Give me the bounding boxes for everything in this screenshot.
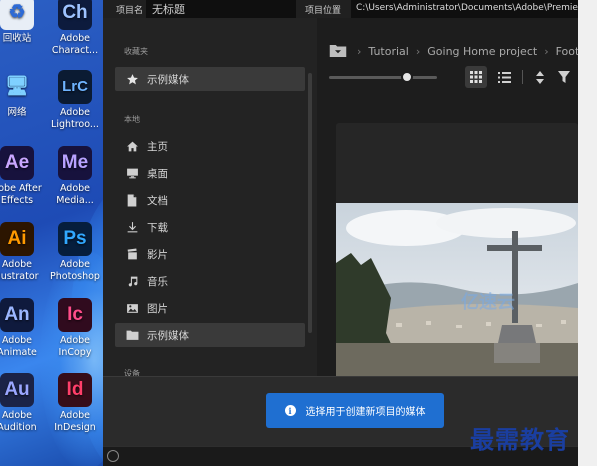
devices-heading: 设备 — [124, 369, 140, 376]
sidebar-item-label: 示例媒体 — [147, 73, 189, 86]
chevron-right-icon: › — [357, 44, 362, 58]
desktop-icon-adobe-photoshop[interactable]: Ps Adobe Photoshop — [45, 222, 105, 283]
sidebar-item-documents[interactable]: 文档 — [115, 188, 305, 212]
sidebar-item-pictures[interactable]: 图片 — [115, 296, 305, 320]
adobe-lightroom-icon: LrC — [58, 70, 92, 104]
sidebar-item-desktop[interactable]: 桌面 — [115, 161, 305, 185]
adobe-audition-icon: Au — [0, 373, 34, 407]
media-browser: › Tutorial › Going Home project › Footag… — [317, 18, 597, 376]
sidebar-item-label: 音乐 — [147, 275, 168, 288]
thumbnail-size-slider[interactable] — [329, 76, 437, 79]
favorites-heading: 收藏夹 — [124, 47, 148, 56]
desktop-icon-label: dobe After Effects — [0, 183, 42, 206]
desktop-icon-adobe-incopy[interactable]: Ic Adobe InCopy — [45, 298, 105, 359]
sidebar-item-sample-media-fav[interactable]: 示例媒体 — [115, 67, 305, 91]
home-icon — [125, 139, 139, 153]
sort-icon[interactable] — [529, 66, 551, 88]
desktop-icon-network[interactable]: 🖥 网络 — [0, 70, 47, 119]
chevron-right-icon: › — [415, 44, 421, 58]
breadcrumb-item[interactable]: Tutorial — [368, 45, 408, 58]
download-icon — [125, 220, 139, 234]
info-icon: i — [284, 405, 296, 416]
sidebar-item-label: 主页 — [147, 140, 168, 153]
grid-view-icon[interactable] — [465, 66, 487, 88]
thumbnail-image — [336, 203, 578, 376]
recycle-bin-icon: ♻ — [0, 0, 34, 30]
sidebar-scrollbar[interactable] — [308, 73, 312, 333]
background-window-edge — [578, 0, 597, 466]
desktop-icon-adobe-character[interactable]: Ch Adobe Charact... — [45, 0, 105, 57]
breadcrumb-item[interactable]: Going Home project — [427, 45, 537, 58]
project-location-input[interactable]: C:\Users\Administrator\Documents\Adobe\P… — [351, 0, 578, 18]
select-media-label: 选择用于创建新项目的媒体 — [305, 407, 426, 418]
desktop-icon-label: Adobe Audition — [0, 410, 37, 433]
sidebar-item-music[interactable]: 音乐 — [115, 269, 305, 293]
chevron-right-icon: › — [544, 44, 549, 58]
monitor-icon — [125, 166, 139, 180]
project-name-input[interactable]: 无标题 — [146, 0, 296, 18]
premiere-import-window: 项目名 无标题 项目位置 C:\Users\Administrator\Docu… — [103, 0, 597, 466]
adobe-character-icon: Ch — [58, 0, 92, 30]
sidebar-item-sample-media[interactable]: 示例媒体 — [115, 323, 305, 347]
desktop-icon-adobe-after-effects[interactable]: Ae dobe After Effects — [0, 146, 47, 207]
desktop-icon-label: Adobe Charact... — [51, 33, 99, 56]
folder-icon — [125, 328, 139, 342]
desktop-icon-adobe-indesign[interactable]: Id Adobe InDesign — [45, 373, 105, 434]
desktop-icon-label: 回收站 — [2, 33, 32, 44]
filter-icon[interactable] — [553, 66, 575, 88]
desktop-icon-adobe-audition[interactable]: Au Adobe Audition — [0, 373, 47, 434]
list-view-icon[interactable] — [493, 66, 515, 88]
project-location-label: 项目位置 — [305, 6, 342, 16]
select-media-button[interactable]: i 选择用于创建新项目的媒体 — [266, 393, 444, 428]
toolbar-divider — [522, 70, 523, 84]
desktop-icon-adobe-animate[interactable]: An Adobe Animate — [0, 298, 47, 359]
folder-icon[interactable] — [329, 44, 347, 58]
desktop-icon-recycle-bin[interactable]: ♻ 回收站 — [0, 0, 47, 45]
sidebar: 收藏夹 示例媒体 本地 主页 桌面 文档 下载 影片 音乐 图片 示例媒体 设备 — [103, 18, 317, 376]
document-icon — [125, 193, 139, 207]
sidebar-item-movies[interactable]: 影片 — [115, 242, 305, 266]
desktop-icon-label: 网络 — [7, 107, 27, 118]
sidebar-item-label: 图片 — [147, 302, 168, 315]
sidebar-item-label: 示例媒体 — [147, 329, 189, 342]
desktop-icon-label: Adobe Media... — [56, 183, 94, 206]
local-heading: 本地 — [124, 115, 140, 124]
settings-icon[interactable] — [107, 450, 119, 462]
adobe-illustrator-icon: Ai — [0, 222, 34, 256]
breadcrumb: › Tutorial › Going Home project › Footag… — [329, 43, 597, 59]
project-name-label: 项目名 — [116, 6, 144, 16]
adobe-animate-icon: An — [0, 298, 34, 332]
desktop-icon-adobe-lightroom[interactable]: LrC Adobe Lightroo... — [45, 70, 105, 131]
image-icon — [125, 301, 139, 315]
sidebar-item-label: 桌面 — [147, 167, 168, 180]
desktop-icon-label: Adobe llustrator — [0, 259, 39, 282]
adobe-photoshop-icon: Ps — [58, 222, 92, 256]
adobe-after-effects-icon: Ae — [0, 146, 34, 180]
adobe-indesign-icon: Id — [58, 373, 92, 407]
media-thumbnail[interactable] — [336, 123, 578, 376]
sidebar-item-label: 影片 — [147, 248, 168, 261]
desktop-icon-label: Adobe Lightroo... — [51, 107, 99, 130]
watermark-stamp: 亿速云 — [461, 292, 515, 313]
music-icon — [125, 274, 139, 288]
film-icon — [125, 247, 139, 261]
desktop-icon-label: Adobe Animate — [0, 335, 37, 358]
adobe-media-encoder-icon: Me — [58, 146, 92, 180]
watermark-logo: 最需教育 — [470, 425, 570, 454]
slider-knob[interactable] — [401, 71, 413, 83]
star-icon — [125, 72, 139, 86]
desktop-icon-adobe-illustrator[interactable]: Ai Adobe llustrator — [0, 222, 47, 283]
adobe-incopy-icon: Ic — [58, 298, 92, 332]
desktop-icon-label: Adobe Photoshop — [50, 259, 100, 282]
sidebar-item-label: 下载 — [147, 221, 168, 234]
sidebar-item-downloads[interactable]: 下载 — [115, 215, 305, 239]
desktop-icon-adobe-media-encoder[interactable]: Me Adobe Media... — [45, 146, 105, 207]
network-icon: 🖥 — [4, 76, 30, 97]
project-bar: 项目名 无标题 项目位置 C:\Users\Administrator\Docu… — [103, 0, 578, 18]
desktop-icon-label: Adobe InDesign — [54, 410, 96, 433]
desktop-icon-label: Adobe InCopy — [58, 335, 92, 358]
sidebar-item-home[interactable]: 主页 — [115, 134, 305, 158]
sidebar-item-label: 文档 — [147, 194, 168, 207]
